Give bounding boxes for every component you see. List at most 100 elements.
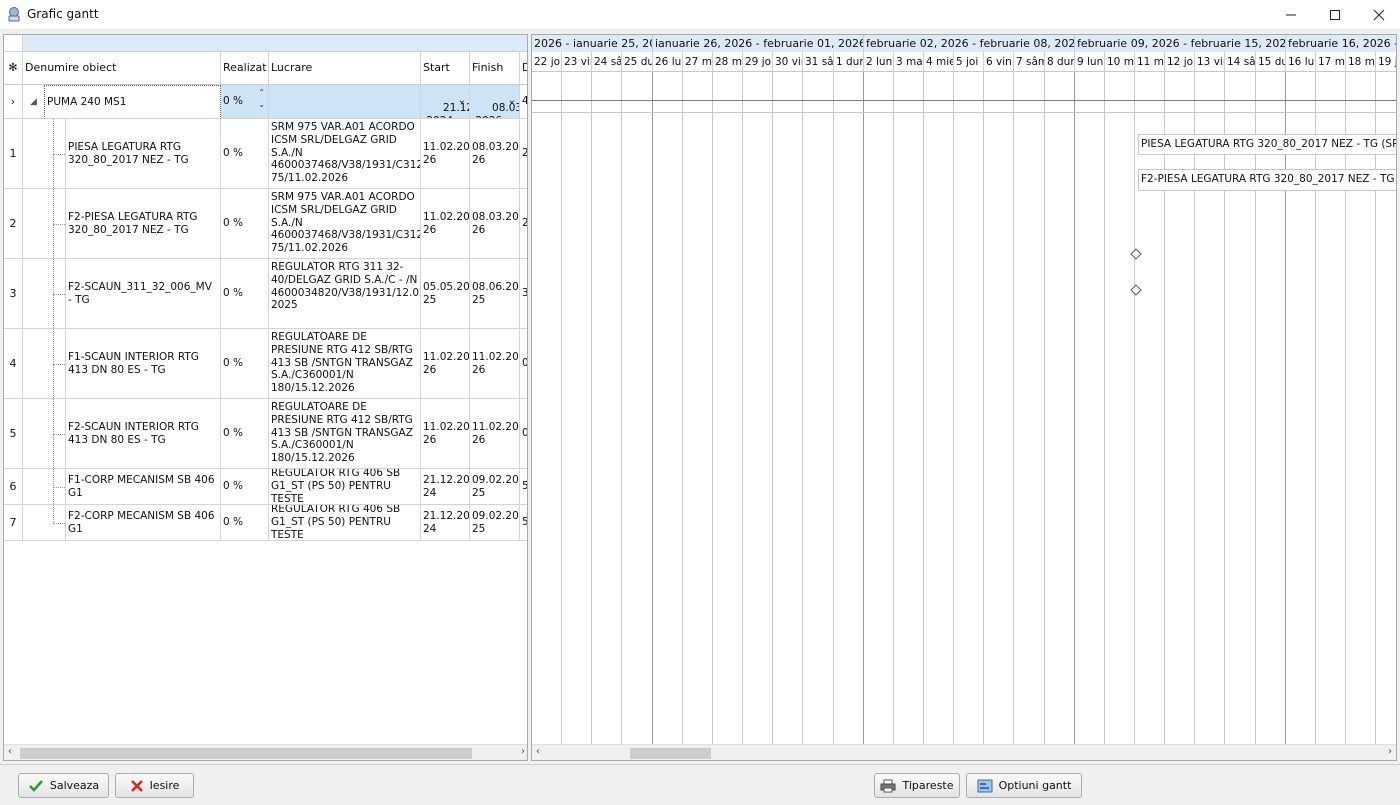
gantt-hscroll-thumb[interactable] — [630, 748, 711, 759]
cell-d[interactable]: 5 — [520, 505, 527, 541]
tree-connector — [53, 294, 65, 295]
grid-hscroll-thumb[interactable] — [20, 748, 472, 759]
row-number[interactable]: 2 — [4, 189, 23, 259]
minimize-button[interactable] — [1268, 0, 1314, 30]
chevron-down-icon[interactable]: ⌄ — [508, 95, 516, 108]
window-title: Grafic gantt — [27, 7, 99, 21]
cell-d[interactable]: 0 — [520, 399, 527, 469]
row-number[interactable]: 7 — [4, 505, 23, 541]
grid-hscrollbar[interactable]: ‹ › — [4, 744, 527, 760]
col-lucrare-header[interactable]: Lucrare — [269, 52, 421, 85]
cell-realizat[interactable]: 0 % — [221, 259, 269, 329]
parent-lucrare-cell[interactable] — [269, 85, 421, 119]
cell-finish[interactable]: 08.03.20 26 — [470, 119, 520, 189]
cell-name[interactable]: PIESA LEGATURA RTG 320_80_2017 NEZ - TG — [65, 119, 221, 189]
row-indicator[interactable]: › — [4, 85, 23, 119]
spin-icon[interactable]: ⌃ ⌄ — [258, 87, 265, 111]
scroll-left-icon[interactable]: ‹ — [536, 746, 540, 757]
parent-realizat-cell[interactable]: 0 % ⌃ ⌄ — [221, 85, 269, 119]
tree-connector — [53, 523, 65, 524]
close-button[interactable] — [1356, 0, 1400, 30]
cell-lucrare[interactable]: SRM 975 VAR.A01 ACORDO ICSM SRL/DELGAZ G… — [269, 119, 421, 189]
cell-finish[interactable]: 11.02.20 26 — [470, 329, 520, 399]
cell-realizat[interactable]: 0 % — [221, 469, 269, 505]
cell-realizat[interactable]: 0 % — [221, 329, 269, 399]
gantt-hscrollbar[interactable]: ‹ › — [532, 744, 1396, 760]
cell-finish[interactable]: 09.02.20 25 — [470, 505, 520, 541]
col-realizat-header[interactable]: Realizat — [221, 52, 269, 85]
cell-lucrare[interactable]: REGULATOR RTG 406 SB G1_ST (PS 50) PENTR… — [269, 469, 421, 505]
cell-name[interactable]: F2-CORP MECANISM SB 406 G1 — [65, 505, 221, 541]
chevron-down-icon[interactable]: ⌄ — [458, 95, 466, 108]
cell-lucrare[interactable]: REGULATOR RTG 406 SB G1_ST (PS 50) PENTR… — [269, 505, 421, 541]
task-label[interactable]: F2-PIESA LEGATURA RTG 320_80_2017 NEZ - … — [1138, 169, 1396, 191]
milestone-marker[interactable] — [1130, 248, 1142, 260]
gantt-chart: 2026 - ianuarie 25, 2026ianuarie 26, 202… — [531, 34, 1397, 761]
cell-finish[interactable]: 11.02.20 26 — [470, 399, 520, 469]
cell-realizat[interactable]: 0 % — [221, 189, 269, 259]
row-number[interactable]: 3 — [4, 259, 23, 329]
cell-d[interactable]: 5 — [520, 469, 527, 505]
tree-connector — [53, 154, 65, 155]
cell-start[interactable]: 05.05.20 25 — [421, 259, 470, 329]
parent-d-cell[interactable]: 4 — [520, 85, 527, 119]
save-button[interactable]: Salveaza — [18, 773, 109, 798]
collapse-icon[interactable]: ◢ — [30, 97, 37, 107]
cell-name[interactable]: F1-CORP MECANISM SB 406 G1 — [65, 469, 221, 505]
cell-lucrare[interactable]: REGULATOR RTG 311 32-40/DELGAZ GRID S.A.… — [269, 259, 421, 329]
cell-start[interactable]: 21.12.20 24 — [421, 505, 470, 541]
parent-name-cell[interactable]: PUMA 240 MS1 — [44, 85, 221, 119]
cell-start[interactable]: 21.12.20 24 — [421, 469, 470, 505]
cell-name[interactable]: F1-SCAUN INTERIOR RTG 413 DN 80 ES - TG — [65, 329, 221, 399]
cell-d[interactable]: 2 — [520, 119, 527, 189]
col-denumire-header[interactable]: Denumire obiect — [23, 52, 221, 85]
milestone-marker[interactable] — [1130, 284, 1142, 296]
col-d-header[interactable]: D — [520, 52, 527, 85]
day-label: 15 du — [1256, 52, 1286, 72]
cell-finish[interactable]: 08.03.20 26 — [470, 189, 520, 259]
day-label: 29 joi — [743, 52, 773, 72]
scroll-left-icon[interactable]: ‹ — [8, 746, 12, 757]
day-gridline — [682, 72, 683, 745]
row-number[interactable]: 5 — [4, 399, 23, 469]
cell-realizat[interactable]: 0 % — [221, 505, 269, 541]
cell-start[interactable]: 11.02.20 26 — [421, 329, 470, 399]
new-row-header[interactable]: ✻ — [4, 52, 23, 85]
task-label[interactable]: PIESA LEGATURA RTG 320_80_2017 NEZ - TG … — [1138, 134, 1396, 155]
cell-name[interactable]: F2-SCAUN INTERIOR RTG 413 DN 80 ES - TG — [65, 399, 221, 469]
summary-bar[interactable] — [532, 100, 1396, 101]
cell-name[interactable]: F2-PIESA LEGATURA RTG 320_80_2017 NEZ - … — [65, 189, 221, 259]
print-button[interactable]: Tipareste — [874, 773, 960, 798]
day-gridline — [772, 72, 773, 745]
parent-finish-cell[interactable]: 08.03 .2026 ⌄ — [470, 85, 520, 119]
cell-realizat[interactable]: 0 % — [221, 119, 269, 189]
day-gridline — [802, 72, 803, 745]
cell-realizat[interactable]: 0 % — [221, 399, 269, 469]
day-label: 11 mie — [1135, 52, 1165, 72]
scroll-right-icon[interactable]: › — [521, 746, 525, 757]
cell-start[interactable]: 11.02.20 26 — [421, 119, 470, 189]
options-icon — [977, 779, 993, 792]
maximize-button[interactable] — [1312, 0, 1358, 30]
parent-start-cell[interactable]: 21.12 .2024 ⌄ — [421, 85, 470, 119]
gantt-options-button[interactable]: Optiuni gantt — [966, 773, 1082, 798]
row-number[interactable]: 4 — [4, 329, 23, 399]
exit-button[interactable]: Iesire — [115, 773, 194, 798]
cell-d[interactable]: 3 — [520, 259, 527, 329]
col-finish-header[interactable]: Finish — [470, 52, 520, 85]
col-start-header[interactable]: Start — [421, 52, 470, 85]
cell-finish[interactable]: 08.06.20 25 — [470, 259, 520, 329]
cell-name[interactable]: F2-SCAUN_311_32_006_MV - TG — [65, 259, 221, 329]
cell-d[interactable]: 0 — [520, 329, 527, 399]
cell-finish[interactable]: 09.02.20 25 — [470, 469, 520, 505]
scroll-right-icon[interactable]: › — [1388, 746, 1392, 757]
tree-connector — [53, 364, 65, 365]
cell-start[interactable]: 11.02.20 26 — [421, 189, 470, 259]
cell-lucrare[interactable]: REGULATOARE DE PRESIUNE RTG 412 SB/RTG 4… — [269, 399, 421, 469]
cell-d[interactable]: 2 — [520, 189, 527, 259]
cell-start[interactable]: 11.02.20 26 — [421, 399, 470, 469]
row-number[interactable]: 6 — [4, 469, 23, 505]
cell-lucrare[interactable]: SRM 975 VAR.A01 ACORDO ICSM SRL/DELGAZ G… — [269, 189, 421, 259]
row-number[interactable]: 1 — [4, 119, 23, 189]
cell-lucrare[interactable]: REGULATOARE DE PRESIUNE RTG 412 SB/RTG 4… — [269, 329, 421, 399]
